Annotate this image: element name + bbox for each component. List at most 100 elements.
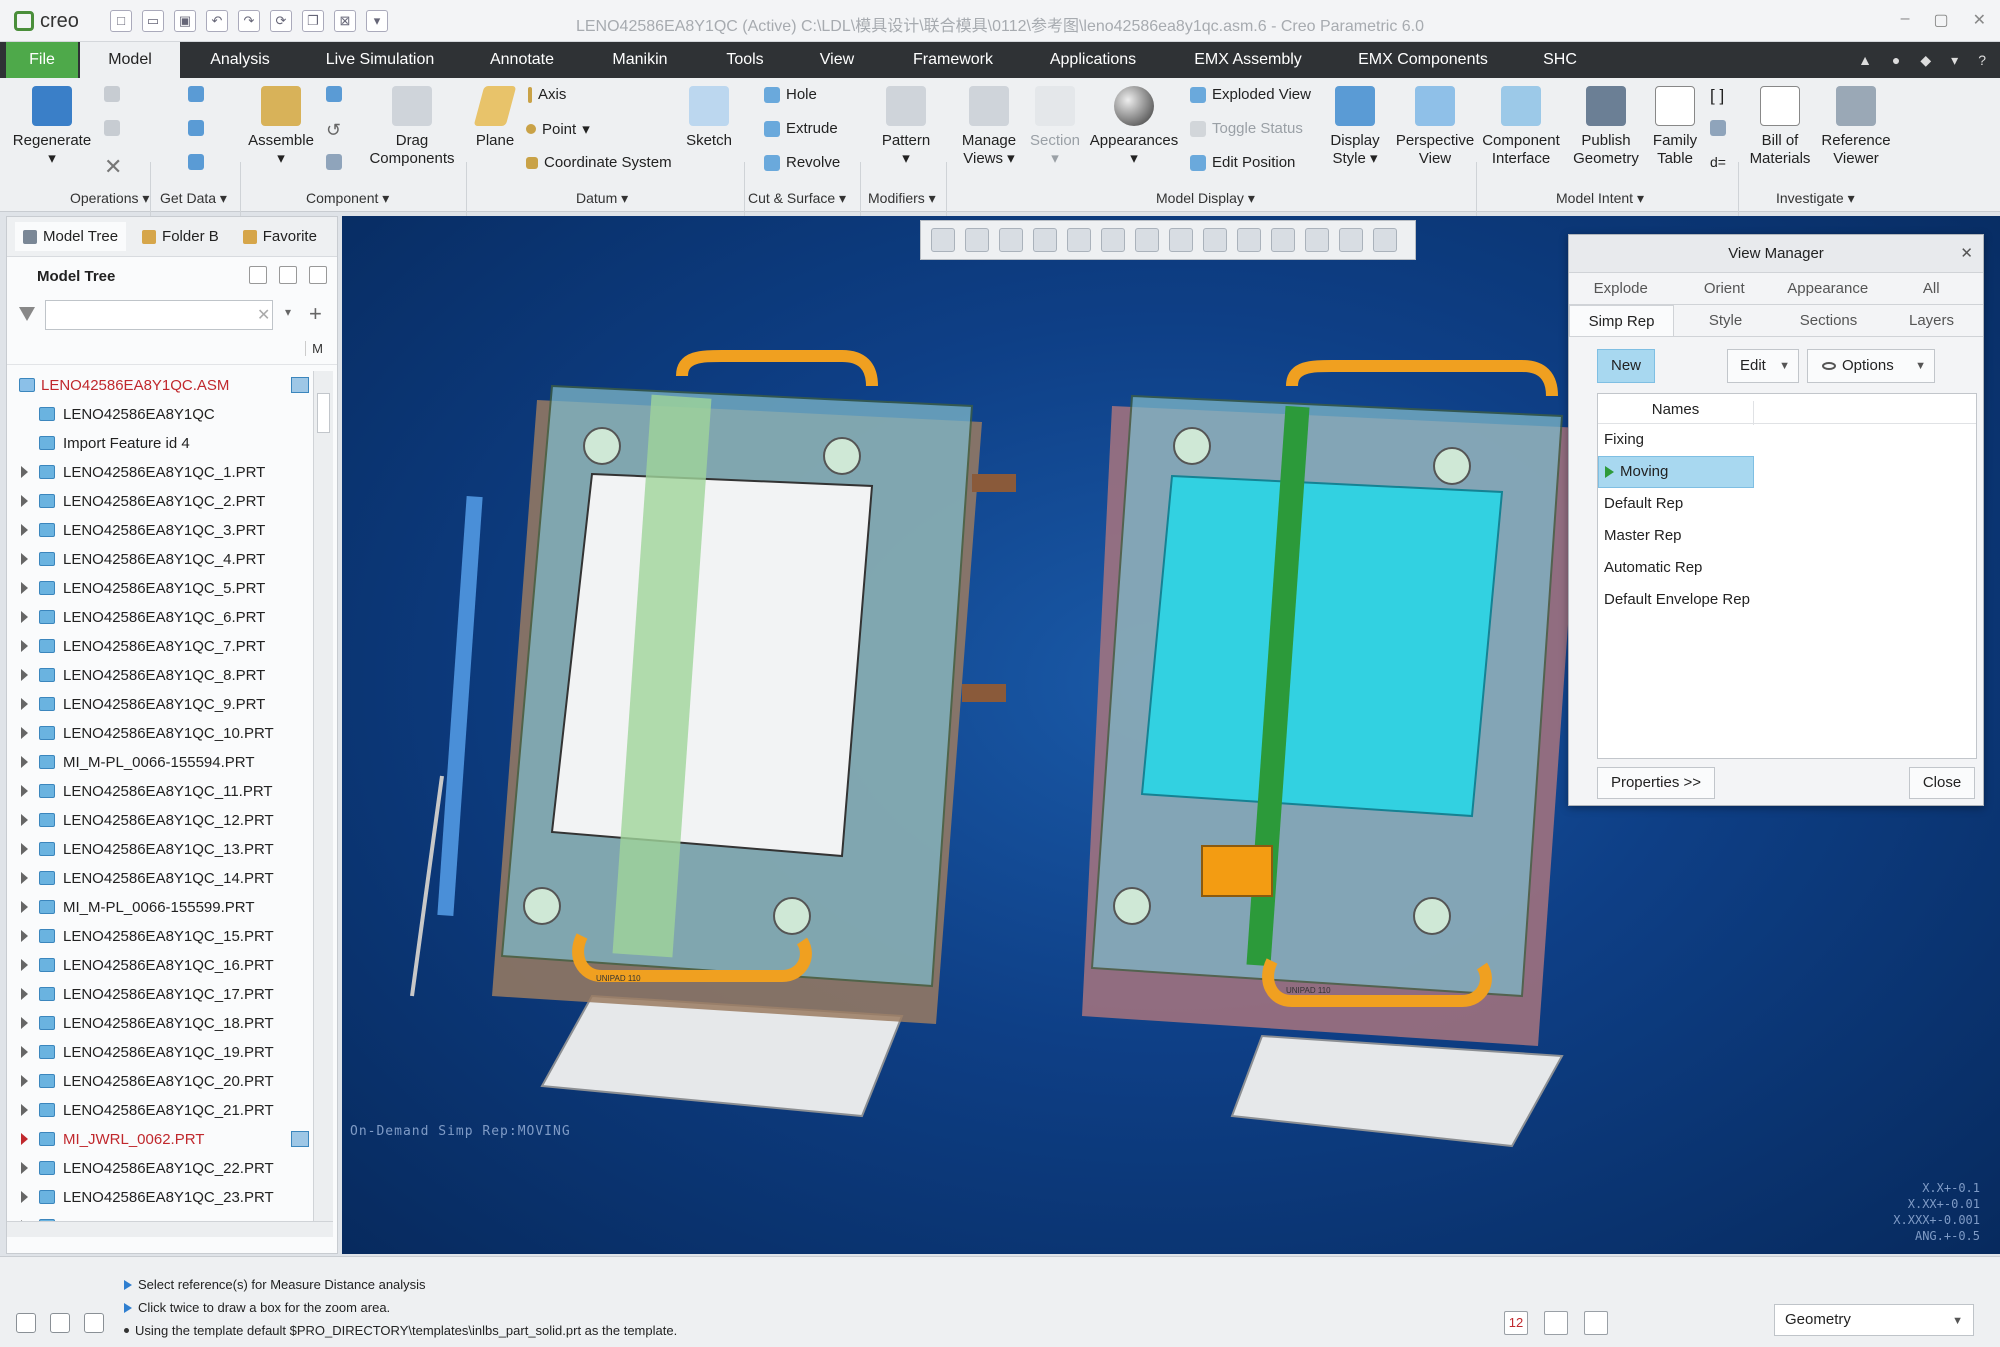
tab-all[interactable]: All [1880, 273, 1984, 304]
tree-item[interactable]: LENO42586EA8Y1QC_15.PRT [7, 922, 313, 951]
expand-arrow-icon[interactable] [21, 814, 28, 826]
expand-arrow-icon[interactable] [21, 698, 28, 710]
user-defined-feature-icon[interactable] [188, 86, 204, 102]
edit-button[interactable]: Edit ▼ [1727, 349, 1799, 383]
tree-item[interactable]: LENO42586EA8Y1QC [7, 400, 313, 429]
expand-arrow-icon[interactable] [21, 1104, 28, 1116]
assemble-button[interactable]: Assemble ▾ [246, 86, 316, 168]
tab-emx-assembly[interactable]: EMX Assembly [1182, 42, 1314, 78]
tab-appearance[interactable]: Appearance [1776, 273, 1880, 304]
switch-dimensions-icon[interactable]: d= [1710, 154, 1726, 170]
user-icon[interactable]: ● [1892, 52, 1900, 69]
help-icon[interactable]: ? [1978, 52, 1986, 69]
tree-item[interactable]: LENO42586EA8Y1QC_10.PRT [7, 719, 313, 748]
tab-orient[interactable]: Orient [1673, 273, 1777, 304]
show-icon[interactable] [279, 266, 297, 284]
perspective-view-button[interactable]: Perspective View [1388, 86, 1482, 168]
selection-list-icon[interactable] [1584, 1311, 1608, 1335]
regenerate-button[interactable]: Regenerate ▾ [12, 86, 92, 168]
publish-geometry-button[interactable]: Publish Geometry [1568, 86, 1644, 168]
find-icon[interactable] [1544, 1311, 1568, 1335]
tab-analysis[interactable]: Analysis [190, 42, 290, 78]
tree-item[interactable]: LENO42586EA8Y1QC_18.PRT [7, 1009, 313, 1038]
relations-icon[interactable]: [ ] [1710, 86, 1724, 106]
clear-search-icon[interactable]: ✕ [257, 305, 270, 325]
tree-item[interactable]: MI_JWRL_0062.PRT [7, 1125, 313, 1154]
tree-search-input[interactable] [45, 300, 273, 330]
axis-button[interactable]: Axis [528, 86, 566, 103]
tree-item[interactable]: LENO42586EA8Y1QC_22.PRT [7, 1154, 313, 1183]
tree-item[interactable]: LENO42586EA8Y1QC_2.PRT [7, 487, 313, 516]
expand-arrow-icon[interactable] [21, 959, 28, 971]
add-filter-icon[interactable]: + [309, 301, 322, 327]
expand-arrow-icon[interactable] [21, 582, 28, 594]
list-item-automatic-rep[interactable]: Automatic Rep [1598, 552, 1754, 584]
minimize-icon[interactable]: – [1901, 10, 1910, 30]
list-item-moving[interactable]: Moving [1598, 456, 1754, 488]
sketch-button[interactable]: Sketch [684, 86, 734, 150]
delete-icon[interactable]: ✕ [104, 154, 122, 180]
tree-item[interactable]: LENO42586EA8Y1QC_1.PRT [7, 458, 313, 487]
scrollbar-thumb[interactable] [317, 393, 330, 433]
group-modifiers[interactable]: Modifiers ▾ [868, 190, 936, 207]
tree-filter-icon[interactable] [309, 266, 327, 284]
group-datum[interactable]: Datum ▾ [576, 190, 628, 207]
group-model-intent[interactable]: Model Intent ▾ [1556, 190, 1644, 207]
tree-horizontal-scrollbar[interactable] [7, 1221, 333, 1237]
tree-item[interactable]: LENO42586EA8Y1QC_14.PRT [7, 864, 313, 893]
tree-item[interactable]: LENO42586EA8Y1QC_3.PRT [7, 516, 313, 545]
expand-arrow-icon[interactable] [21, 640, 28, 652]
tree-item[interactable]: MI_M-PL_0066-155594.PRT [7, 748, 313, 777]
tree-item[interactable]: Import Feature id 4 [7, 429, 313, 458]
tab-tools[interactable]: Tools [704, 42, 786, 78]
extrude-button[interactable]: Extrude [764, 120, 838, 137]
filter-icon[interactable] [19, 307, 35, 323]
expand-arrow-icon[interactable] [21, 669, 28, 681]
expand-arrow-icon[interactable] [21, 727, 28, 739]
list-item-fixing[interactable]: Fixing [1598, 424, 1754, 456]
expand-arrow-icon[interactable] [21, 872, 28, 884]
tab-style[interactable]: Style [1674, 305, 1777, 336]
list-item-default-rep[interactable]: Default Rep [1598, 488, 1754, 520]
expand-arrow-icon[interactable] [21, 1191, 28, 1203]
paste-icon[interactable] [104, 120, 120, 136]
tree-item[interactable]: LENO42586EA8Y1QC_6.PRT [7, 603, 313, 632]
edit-position-button[interactable]: Edit Position [1190, 154, 1295, 171]
parameters-icon[interactable] [1710, 120, 1726, 136]
section-button[interactable]: Section ▾ [1028, 86, 1082, 168]
expand-arrow-icon[interactable] [21, 1162, 28, 1174]
group-cut-surface[interactable]: Cut & Surface ▾ [748, 190, 846, 207]
plane-button[interactable]: Plane [470, 86, 520, 150]
tab-shc[interactable]: SHC [1524, 42, 1596, 78]
shrinkwrap-icon[interactable] [188, 154, 204, 170]
tree-item[interactable]: LENO42586EA8Y1QC_16.PRT [7, 951, 313, 980]
full-screen-icon[interactable] [84, 1313, 104, 1333]
tab-folder-browser[interactable]: Folder B [134, 222, 227, 251]
tree-item[interactable]: LENO42586EA8Y1QC_12.PRT [7, 806, 313, 835]
tab-view[interactable]: View [796, 42, 878, 78]
reference-viewer-button[interactable]: Reference Viewer [1818, 86, 1894, 168]
selection-filter-select[interactable]: Geometry ▼ [1774, 1304, 1974, 1336]
coordinate-system-button[interactable]: Coordinate System [526, 154, 672, 171]
tab-sections[interactable]: Sections [1777, 305, 1880, 336]
copy-geometry-icon[interactable] [188, 120, 204, 136]
new-button[interactable]: New [1597, 349, 1655, 383]
expand-arrow-icon[interactable] [21, 1046, 28, 1058]
point-button[interactable]: Point ▾ [526, 120, 590, 138]
tab-framework[interactable]: Framework [894, 42, 1012, 78]
expand-arrow-icon[interactable] [21, 495, 28, 507]
pattern-button[interactable]: Pattern ▾ [876, 86, 936, 168]
component-interface-button[interactable]: Component Interface [1480, 86, 1562, 168]
tree-item[interactable]: LENO42586EA8Y1QC_4.PRT [7, 545, 313, 574]
minimize-ribbon-icon[interactable]: ▲ [1858, 52, 1872, 69]
exploded-view-button[interactable]: Exploded View [1190, 86, 1311, 103]
expand-arrow-icon[interactable] [21, 988, 28, 1000]
tab-model-tree[interactable]: Model Tree [15, 222, 127, 251]
tree-item[interactable]: LENO42586EA8Y1QC_24.PRT [7, 1212, 313, 1221]
tree-settings-icon[interactable] [249, 266, 267, 284]
close-button[interactable]: Close [1909, 767, 1975, 799]
group-investigate[interactable]: Investigate ▾ [1776, 190, 1855, 207]
support-icon[interactable]: ◆ [1920, 52, 1931, 69]
tree-item[interactable]: LENO42586EA8Y1QC_19.PRT [7, 1038, 313, 1067]
group-operations[interactable]: Operations ▾ [70, 190, 149, 207]
